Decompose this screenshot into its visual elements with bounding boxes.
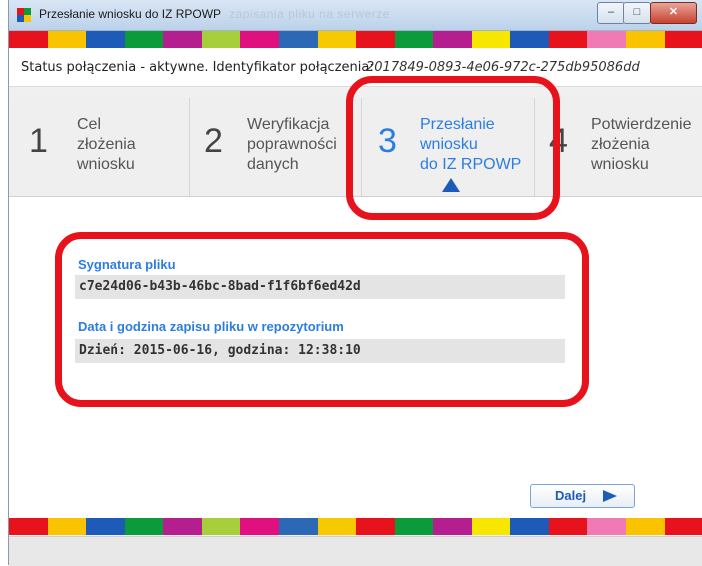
connection-identifier: 2017849-0893-4e06-972c-275db95086dd — [366, 60, 640, 75]
app-logo-icon — [17, 8, 31, 22]
close-button[interactable]: ✕ — [650, 2, 697, 24]
step-4-label-line: wniosku — [591, 156, 649, 173]
stripe-segment — [278, 518, 318, 535]
stripe-segment — [626, 31, 665, 48]
step-1-number: 1 — [29, 122, 48, 160]
step-4[interactable]: 4 Potwierdzenie złożenia wniosku — [535, 98, 702, 196]
minimize-button[interactable]: ‒ — [597, 2, 625, 24]
window-footer — [9, 536, 702, 566]
step-2-label-line: poprawności — [247, 136, 337, 153]
stripe-segment — [240, 518, 279, 535]
stripe-segment — [163, 31, 202, 48]
maximize-button[interactable]: □ — [623, 2, 651, 24]
stripe-segment — [317, 31, 357, 48]
stripe-segment — [394, 518, 434, 535]
window-title-faded: zapisania pliku na serwerze — [229, 7, 390, 21]
stripe-segment — [317, 518, 357, 535]
stripe-segment — [548, 31, 588, 48]
stripe-segment — [9, 518, 48, 535]
stripe-segment — [278, 31, 318, 48]
stripe-segment — [47, 518, 87, 535]
stripe-segment — [626, 518, 665, 535]
step-2-label: Weryfikacja poprawności danych — [247, 115, 337, 175]
application-window: Przesłanie wniosku do IZ RPOWP zapisania … — [8, 0, 702, 566]
stripe-segment — [201, 518, 241, 535]
step-1-label: Cel złożenia wniosku — [77, 115, 136, 175]
step-2-label-line: Weryfikacja — [247, 116, 330, 133]
stripe-segment — [356, 518, 395, 535]
stripe-segment — [9, 31, 48, 48]
stripe-segment — [124, 31, 164, 48]
stripe-segment — [471, 518, 511, 535]
step-1[interactable]: 1 Cel złożenia wniosku — [9, 98, 190, 196]
stripe-segment — [201, 31, 241, 48]
stripe-segment — [86, 518, 125, 535]
stripe-segment — [240, 31, 279, 48]
play-arrow-icon — [603, 490, 617, 502]
next-button-label: Dalej — [555, 488, 587, 503]
stripe-segment — [433, 31, 472, 48]
color-stripe-top — [9, 31, 702, 48]
stripe-segment — [394, 31, 434, 48]
stripe-segment — [124, 518, 164, 535]
title-bar[interactable]: Przesłanie wniosku do IZ RPOWP zapisania … — [9, 0, 702, 31]
step-1-label-line: złożenia — [77, 136, 136, 153]
stripe-segment — [163, 518, 202, 535]
stripe-segment — [664, 518, 702, 535]
stripe-segment — [471, 31, 511, 48]
window-title-text: Przesłanie wniosku do IZ RPOWP — [39, 7, 222, 21]
stripe-segment — [356, 31, 395, 48]
stripe-segment — [664, 31, 702, 48]
stripe-segment — [86, 31, 125, 48]
stripe-segment — [47, 31, 87, 48]
stripe-segment — [587, 31, 626, 48]
stripe-segment — [548, 518, 588, 535]
stripe-segment — [433, 518, 472, 535]
connection-status-label: Status połączenia - aktywne. Identyfikat… — [21, 60, 374, 75]
step-2-label-line: danych — [247, 156, 299, 173]
step-2[interactable]: 2 Weryfikacja poprawności danych — [190, 98, 362, 196]
step-4-label: Potwierdzenie złożenia wniosku — [591, 115, 692, 175]
step-1-label-line: Cel — [77, 116, 102, 133]
stripe-segment — [587, 518, 626, 535]
step-2-number: 2 — [204, 122, 223, 160]
highlight-frame-step — [346, 76, 560, 220]
stripe-segment — [510, 31, 549, 48]
window-title: Przesłanie wniosku do IZ RPOWP zapisania … — [39, 7, 390, 21]
step-4-label-line: Potwierdzenie — [591, 116, 692, 133]
step-4-label-line: złożenia — [591, 136, 650, 153]
color-stripe-bottom — [9, 518, 702, 535]
step-1-label-line: wniosku — [77, 156, 135, 173]
stripe-segment — [510, 518, 549, 535]
next-button[interactable]: Dalej — [530, 484, 635, 508]
highlight-frame-result — [55, 232, 589, 407]
